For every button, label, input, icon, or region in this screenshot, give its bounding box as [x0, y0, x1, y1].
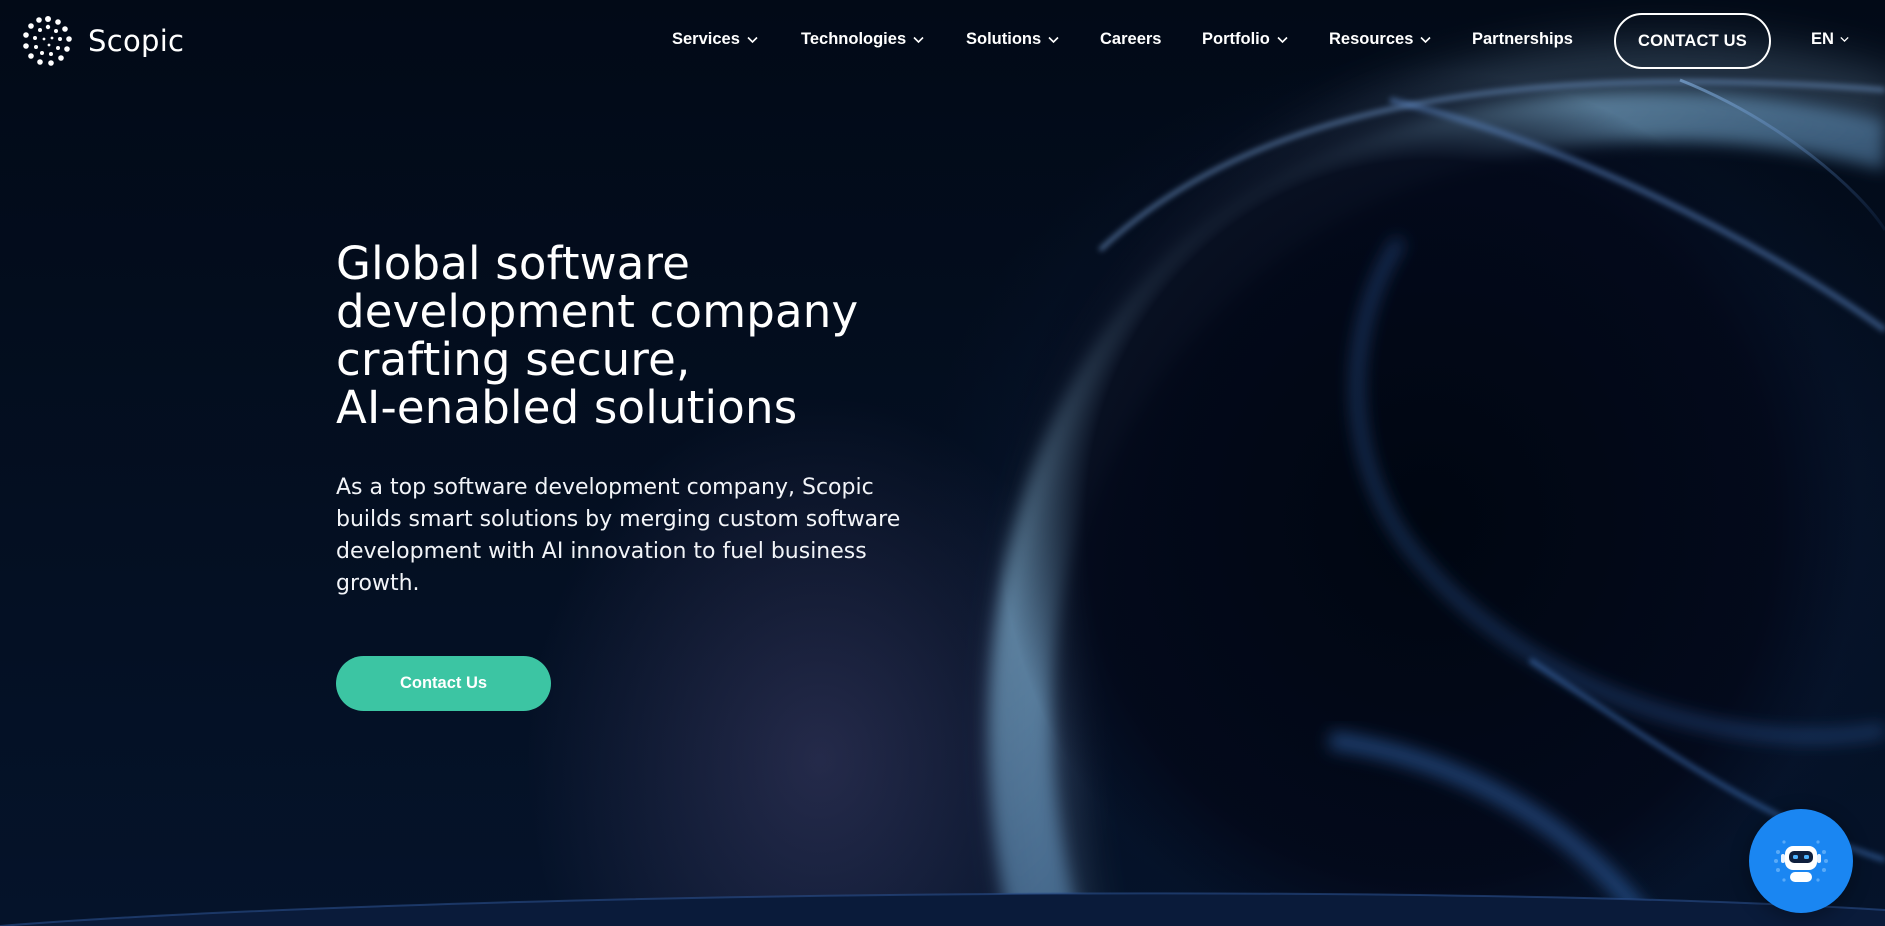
- nav-item-label: Services: [672, 30, 740, 48]
- language-label: EN: [1811, 30, 1834, 48]
- header-contact-button[interactable]: CONTACT US: [1614, 13, 1771, 69]
- hero-description: As a top software development company, S…: [336, 475, 901, 596]
- hero-title-line: Global software: [336, 237, 691, 290]
- chevron-down-icon: [1277, 36, 1288, 43]
- nav-item-label: Resources: [1329, 30, 1414, 48]
- chevron-down-icon: [1840, 36, 1849, 43]
- nav-item-solutions[interactable]: Solutions: [966, 30, 1059, 49]
- hero-title-line: crafting secure,: [336, 333, 691, 386]
- section-divider-arc: [0, 892, 1885, 926]
- chevron-down-icon: [747, 36, 758, 43]
- nav-item-label: Careers: [1100, 30, 1162, 48]
- chevron-down-icon: [913, 36, 924, 43]
- nav-item-technologies[interactable]: Technologies: [801, 30, 924, 49]
- hero-contact-button[interactable]: Contact Us: [336, 656, 551, 711]
- nav-item-label: Solutions: [966, 30, 1042, 48]
- nav-item-resources[interactable]: Resources: [1329, 30, 1431, 49]
- nav-item-label: Technologies: [801, 30, 907, 48]
- hero-title: Global software development company craf…: [336, 240, 976, 432]
- nav-item-careers[interactable]: Careers: [1100, 30, 1161, 49]
- chevron-down-icon: [1048, 36, 1059, 43]
- main-nav: Services Technologies Solutions Careers …: [0, 0, 1885, 82]
- hero-title-line: AI-enabled solutions: [336, 381, 798, 434]
- nav-item-partnerships[interactable]: Partnerships: [1472, 30, 1573, 49]
- chat-widget-button[interactable]: [1749, 809, 1853, 913]
- language-selector[interactable]: EN: [1811, 30, 1849, 49]
- hero-section: Global software development company craf…: [336, 240, 976, 600]
- nav-item-portfolio[interactable]: Portfolio: [1202, 30, 1288, 49]
- chevron-down-icon: [1420, 36, 1431, 43]
- robot-chat-icon: [1774, 840, 1828, 882]
- nav-item-label: Portfolio: [1202, 30, 1270, 48]
- nav-item-services[interactable]: Services: [672, 30, 758, 49]
- site-header: Scopic Services Technologies Solutions C…: [0, 0, 1885, 82]
- nav-item-label: Partnerships: [1472, 30, 1573, 48]
- hero-title-line: development company: [336, 285, 859, 338]
